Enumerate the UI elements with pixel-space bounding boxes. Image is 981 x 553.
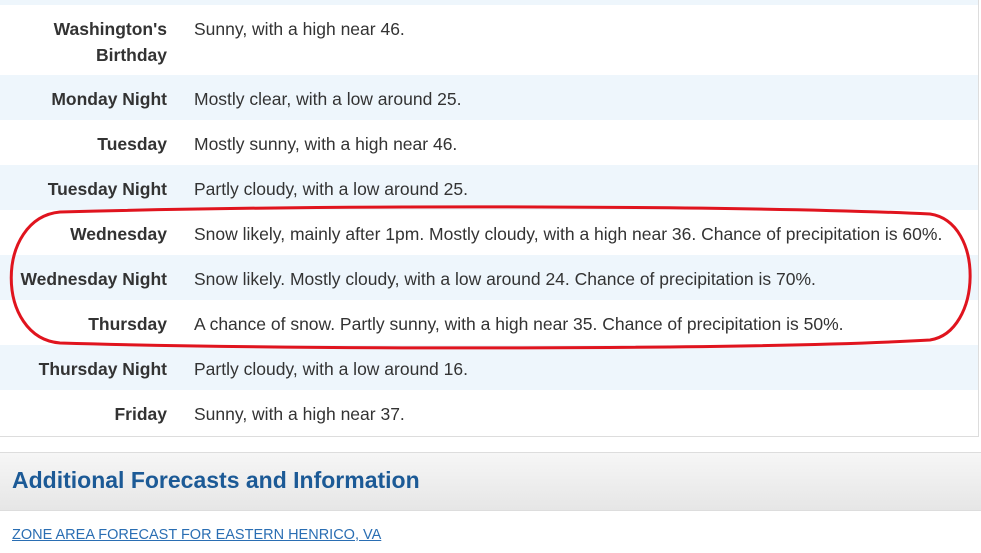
period-label: Washington's Birthday (53, 19, 167, 65)
forecast-row: Monday Night Mostly clear, with a low aro… (0, 75, 978, 120)
section-title: Additional Forecasts and Information (12, 467, 420, 493)
period-label: Monday Night (51, 89, 167, 109)
forecast-row: Washington's Birthday Sunny, with a high … (0, 5, 978, 75)
period-label: Wednesday (70, 224, 167, 244)
period-text: Snow likely, mainly after 1pm. Mostly cl… (194, 224, 943, 244)
forecast-row: Tuesday Mostly sunny, with a high near 46… (0, 120, 978, 165)
period-text: Partly cloudy, with a low around 16. (194, 359, 468, 379)
additional-forecasts-header: Additional Forecasts and Information (0, 452, 981, 511)
forecast-row: Wednesday Snow likely, mainly after 1pm. … (0, 210, 978, 255)
period-text: Sunny, with a high near 46. (194, 19, 405, 39)
forecast-row: Wednesday Night Snow likely. Mostly cloud… (0, 255, 978, 300)
zone-forecast-link[interactable]: ZONE AREA FORECAST FOR EASTERN HENRICO, … (12, 527, 381, 543)
period-text: Snow likely. Mostly cloudy, with a low a… (194, 269, 816, 289)
period-text: Sunny, with a high near 37. (194, 404, 405, 424)
forecast-row: Tuesday Night Partly cloudy, with a low a… (0, 165, 978, 210)
forecast-row: Thursday Night Partly cloudy, with a low … (0, 345, 978, 390)
forecast-row: Friday Sunny, with a high near 37. (0, 390, 978, 435)
period-label: Thursday (88, 314, 167, 334)
period-label: Tuesday (97, 134, 167, 154)
detailed-forecast-table: Washington's Birthday Sunny, with a high … (0, 0, 979, 437)
period-label: Friday (114, 404, 167, 424)
period-text: Mostly clear, with a low around 25. (194, 89, 462, 109)
period-text: A chance of snow. Partly sunny, with a h… (194, 314, 844, 334)
forecast-row: Thursday A chance of snow. Partly sunny, … (0, 300, 978, 345)
period-label: Tuesday Night (47, 179, 167, 199)
period-label: Thursday Night (38, 359, 167, 379)
period-text: Partly cloudy, with a low around 25. (194, 179, 468, 199)
period-text: Mostly sunny, with a high near 46. (194, 134, 458, 154)
period-label: Wednesday Night (20, 269, 167, 289)
